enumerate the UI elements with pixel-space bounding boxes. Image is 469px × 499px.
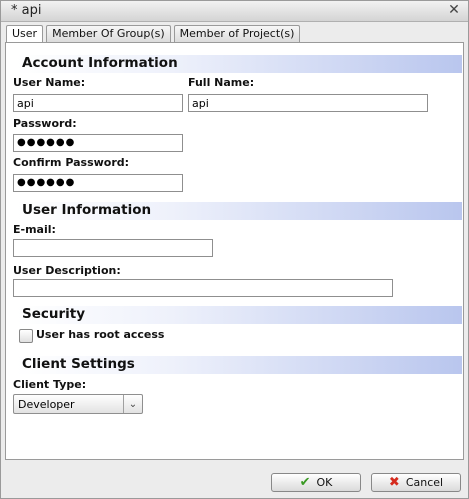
user-name-input[interactable]: [13, 94, 183, 112]
user-information-heading: User Information: [22, 202, 152, 218]
client-type-label: Client Type:: [13, 378, 87, 391]
root-access-checkbox[interactable]: [19, 329, 33, 343]
user-tab-panel: Account Information User Name: Full Name…: [5, 42, 464, 460]
client-type-select[interactable]: Developer ⌄: [13, 394, 143, 414]
checkmark-icon: ✔: [299, 475, 311, 490]
root-access-label: User has root access: [36, 328, 165, 341]
cancel-x-icon: ✖: [388, 475, 400, 490]
tab-member-of-groups[interactable]: Member Of Group(s): [46, 25, 171, 42]
user-name-label: User Name:: [13, 76, 86, 89]
account-information-header: Account Information: [16, 55, 462, 73]
user-information-header: User Information: [16, 202, 462, 220]
account-information-heading: Account Information: [22, 55, 178, 71]
window-title: * api: [11, 3, 42, 18]
title-bar: * api ✕: [1, 1, 468, 22]
security-header: Security: [16, 306, 462, 324]
tab-user[interactable]: User: [6, 25, 44, 43]
confirm-password-input[interactable]: ●●●●●●: [13, 174, 183, 192]
tab-bar: User Member Of Group(s) Member of Projec…: [6, 25, 301, 43]
close-icon[interactable]: ✕: [446, 2, 462, 18]
email-input[interactable]: [13, 239, 213, 257]
user-description-input[interactable]: [13, 279, 393, 297]
user-description-label: User Description:: [13, 264, 121, 277]
full-name-input[interactable]: [188, 94, 428, 112]
email-label: E-mail:: [13, 223, 56, 236]
client-settings-header: Client Settings: [16, 356, 462, 374]
password-input[interactable]: ●●●●●●: [13, 134, 183, 152]
chevron-down-icon[interactable]: ⌄: [123, 395, 142, 413]
cancel-button[interactable]: ✖ Cancel: [371, 473, 461, 492]
ok-button[interactable]: ✔ OK: [271, 473, 361, 492]
tab-member-of-projects[interactable]: Member of Project(s): [173, 25, 301, 42]
ok-button-label: OK: [316, 476, 333, 489]
cancel-button-label: Cancel: [405, 476, 444, 489]
client-settings-heading: Client Settings: [22, 356, 135, 372]
confirm-password-label: Confirm Password:: [13, 156, 130, 169]
client-type-value: Developer: [18, 398, 75, 411]
password-label: Password:: [13, 117, 77, 130]
security-heading: Security: [22, 306, 86, 322]
full-name-label: Full Name:: [188, 76, 255, 89]
user-editor-window: * api ✕ User Member Of Group(s) Member o…: [0, 0, 469, 499]
